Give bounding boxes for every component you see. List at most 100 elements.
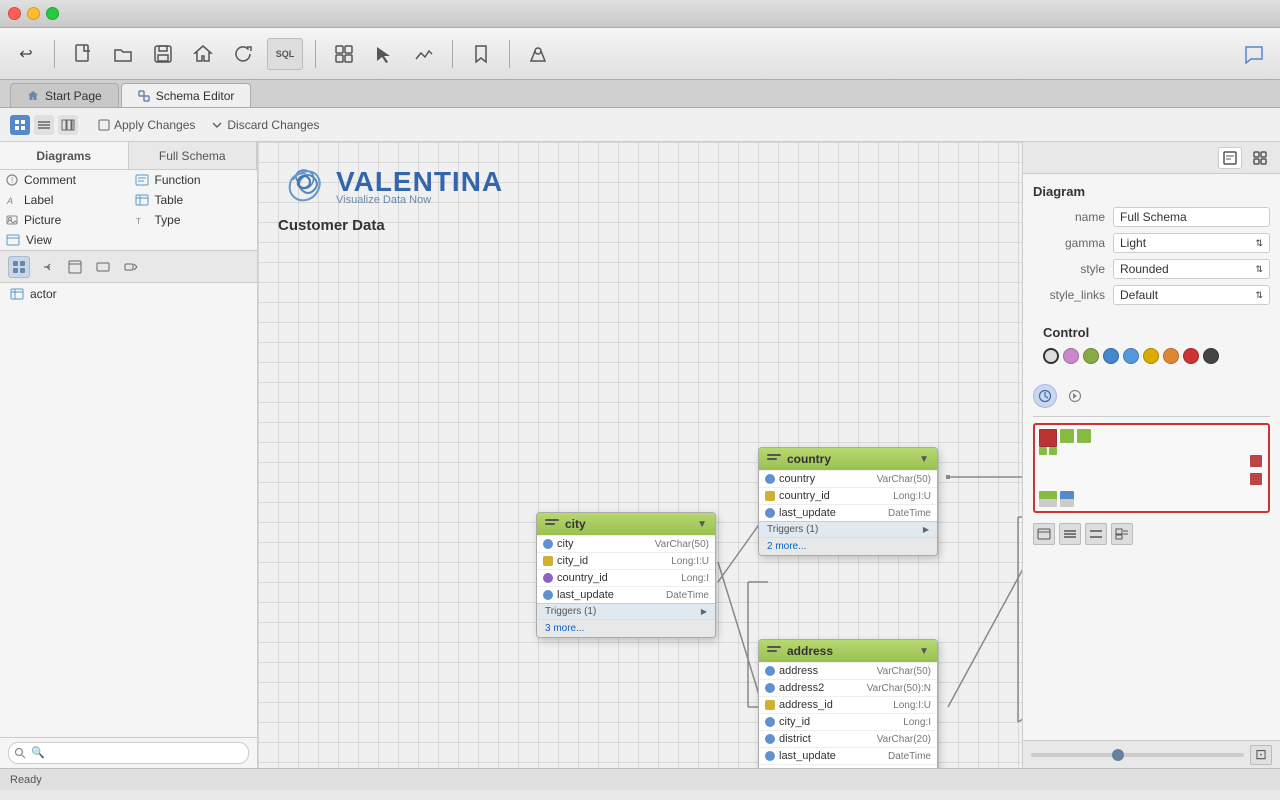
sidebar-item-table[interactable]: Table (129, 190, 258, 210)
tab-schema-editor[interactable]: Schema Editor (121, 83, 252, 107)
swatch-blue[interactable] (1103, 348, 1119, 364)
sidebar-tab-full-schema[interactable]: Full Schema (129, 142, 258, 169)
table-city-dropdown[interactable]: ▼ (697, 519, 707, 530)
table-country-row-country-id[interactable]: country_id Long:I:U (759, 487, 937, 504)
swatch-red[interactable] (1183, 348, 1199, 364)
home-button[interactable] (187, 38, 219, 70)
layout-button[interactable] (328, 38, 360, 70)
table-country-triggers[interactable]: Triggers (1) ▶ (759, 521, 937, 537)
table-city[interactable]: city ▼ city VarChar(50) city_id Long:I:U… (536, 512, 716, 638)
dashboard-button[interactable] (408, 38, 440, 70)
table-address-row-last-update[interactable]: last_update DateTime (759, 747, 937, 764)
sidebar-tool-grid[interactable] (8, 256, 30, 278)
right-panel-tab-properties[interactable] (1218, 147, 1242, 169)
minimize-button[interactable] (27, 7, 40, 20)
table-country-row-last-update[interactable]: last_update DateTime (759, 504, 937, 521)
table-address-row-address[interactable]: address VarChar(50) (759, 662, 937, 679)
prop-value-style[interactable]: Rounded ⇅ (1113, 259, 1270, 279)
view-icon-list[interactable] (34, 115, 54, 135)
sidebar-item-view[interactable]: View (0, 230, 129, 250)
status-text: Ready (10, 774, 42, 786)
table-country-row-country[interactable]: country VarChar(50) (759, 470, 937, 487)
apply-changes-button[interactable]: Apply Changes (98, 118, 195, 132)
prop-value-style-links[interactable]: Default ⇅ (1113, 285, 1270, 305)
table-city-row-city[interactable]: city VarChar(50) (537, 535, 715, 552)
table-country-header: country ▼ (759, 448, 937, 470)
swatch-blue-mid[interactable] (1123, 348, 1139, 364)
swatch-dark[interactable] (1203, 348, 1219, 364)
table-country-more[interactable]: 2 more... (759, 537, 937, 555)
canvas[interactable]: VALENTINA Visualize Data Now Customer Da… (258, 142, 1022, 768)
sidebar-item-type[interactable]: T Type (129, 210, 258, 230)
zoom-slider[interactable] (1031, 753, 1244, 757)
chat-button[interactable] (1238, 38, 1270, 70)
minimap-node-8 (1250, 473, 1262, 485)
close-button[interactable] (8, 7, 21, 20)
layout-btn-2[interactable] (1059, 523, 1081, 545)
sidebar-tree-item-actor[interactable]: actor (0, 283, 257, 305)
new-file-button[interactable] (67, 38, 99, 70)
sidebar-tool-list[interactable] (92, 256, 114, 278)
control-section: Control (1033, 317, 1270, 380)
refresh-button[interactable] (227, 38, 259, 70)
prop-value-gamma[interactable]: Light ⇅ (1113, 233, 1270, 253)
view-icon-grid[interactable] (10, 115, 30, 135)
table-address-row-district[interactable]: district VarChar(20) (759, 730, 937, 747)
layout-btn-3[interactable] (1085, 523, 1107, 545)
bookmark-button[interactable] (465, 38, 497, 70)
table-city-triggers[interactable]: Triggers (1) ▶ (537, 603, 715, 619)
toolbar-separator-3 (452, 40, 453, 68)
swatch-green[interactable] (1083, 348, 1099, 364)
undo-button[interactable]: ↩ (10, 38, 42, 70)
table-city-more[interactable]: 3 more... (537, 619, 715, 637)
table-address-row-address2[interactable]: address2 VarChar(50):N (759, 679, 937, 696)
view-icon-columns[interactable] (58, 115, 78, 135)
section-title: Customer Data (278, 217, 385, 234)
table-city-row-city-id[interactable]: city_id Long:I:U (537, 552, 715, 569)
tab-start-page[interactable]: Start Page (10, 83, 119, 107)
table-address-row-city-id[interactable]: city_id Long:I (759, 713, 937, 730)
search-input[interactable] (8, 742, 249, 764)
discard-changes-button[interactable]: Discard Changes (211, 118, 319, 132)
table-country[interactable]: country ▼ country VarChar(50) country_id… (758, 447, 938, 556)
sidebar-item-picture[interactable]: Picture (0, 210, 129, 230)
sidebar-tab-diagrams[interactable]: Diagrams (0, 142, 129, 169)
zoom-thumb[interactable] (1112, 749, 1124, 761)
pin-button[interactable] (522, 38, 554, 70)
save-button[interactable] (147, 38, 179, 70)
table-address-row-phone[interactable]: phone VarChar(20) (759, 764, 937, 768)
table-address-dropdown[interactable]: ▼ (919, 646, 929, 657)
swatch-yellow[interactable] (1143, 348, 1159, 364)
sidebar-item-label[interactable]: A Label (0, 190, 129, 210)
prop-label-name: name (1033, 210, 1105, 224)
layout-btn-1[interactable] (1033, 523, 1055, 545)
prop-row-style: style Rounded ⇅ (1033, 259, 1270, 279)
swatch-purple-light[interactable] (1063, 348, 1079, 364)
minimap (1033, 423, 1270, 513)
sql-button[interactable]: SQL (267, 38, 303, 70)
view-tab-sync[interactable] (1033, 384, 1057, 408)
expand-canvas-button[interactable]: ⊡ (1250, 745, 1272, 765)
table-city-row-last-update[interactable]: last_update DateTime (537, 586, 715, 603)
right-panel-tab-layout[interactable] (1248, 147, 1272, 169)
open-folder-button[interactable] (107, 38, 139, 70)
sidebar-item-comment[interactable]: ! Comment (0, 170, 129, 190)
sidebar-tool-table-list[interactable] (64, 256, 86, 278)
swatch-orange[interactable] (1163, 348, 1179, 364)
layout-btn-4[interactable] (1111, 523, 1133, 545)
table-address[interactable]: address ▼ address VarChar(50) address2 V… (758, 639, 938, 768)
table-city-row-country-id[interactable]: country_id Long:I (537, 569, 715, 586)
select-button[interactable] (368, 38, 400, 70)
minimap-customer-indicator (1039, 429, 1057, 447)
sidebar-tool-collapse[interactable] (120, 256, 142, 278)
maximize-button[interactable] (46, 7, 59, 20)
minimap-node-7 (1250, 455, 1262, 467)
view-tab-history[interactable] (1063, 384, 1087, 408)
sidebar-item-function[interactable]: Function (129, 170, 258, 190)
table-address-row-address-id[interactable]: address_id Long:I:U (759, 696, 937, 713)
swatch-white[interactable] (1043, 348, 1059, 364)
table-country-dropdown[interactable]: ▼ (919, 454, 929, 465)
sidebar-content: ! Comment Function A Label Table Pi (0, 170, 257, 737)
table-city-header: city ▼ (537, 513, 715, 535)
sidebar-tool-link[interactable] (36, 256, 58, 278)
